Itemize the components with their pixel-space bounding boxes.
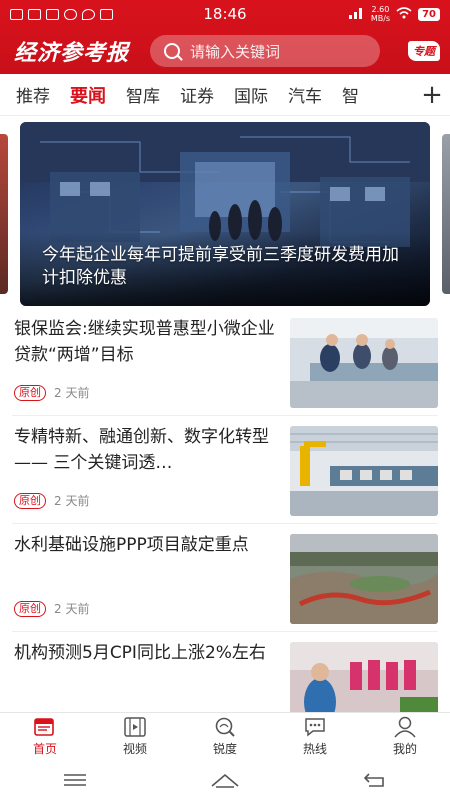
- mail-icon: [46, 8, 59, 20]
- bottom-tab-bar: 首页 视频 锐度 热线 我的: [0, 712, 450, 760]
- cloud-icon: [64, 8, 77, 20]
- original-tag: 原创: [14, 384, 46, 401]
- tab-ruidu[interactable]: 锐度: [180, 713, 270, 760]
- notification-icon: [10, 8, 23, 20]
- app-notification-icon: [100, 8, 113, 20]
- tab-5[interactable]: 汽车: [278, 82, 332, 108]
- tab-home[interactable]: 首页: [0, 713, 90, 760]
- tab-4[interactable]: 国际: [224, 82, 278, 108]
- tabs-scroll: 推荐 要闻 智库 证券 国际 汽车智: [0, 82, 414, 108]
- news-item[interactable]: 水利基础设施PPP项目敲定重点 原创 2 天前: [12, 524, 438, 632]
- news-item[interactable]: 银保监会:继续实现普惠型小微企业贷款“两增”目标 原创 2 天前: [12, 308, 438, 416]
- headline-carousel[interactable]: 今年起企业每年可提前享受前三季度研发费用加计扣除优惠: [0, 122, 450, 308]
- news-time: 2 天前: [54, 386, 90, 400]
- news-meta: 原创 2 天前: [14, 492, 89, 509]
- tab-1[interactable]: 要闻: [60, 82, 116, 108]
- tab-6[interactable]: 智: [332, 82, 369, 108]
- news-thumbnail: [290, 534, 438, 624]
- category-tabs: 推荐 要闻 智库 证券 国际 汽车智 +: [0, 74, 450, 116]
- location-icon: [82, 8, 95, 20]
- news-meta: 原创 2 天前: [14, 600, 89, 617]
- signal-icon: [348, 7, 365, 22]
- news-title: 机构预测5月CPI同比上涨2%左右: [14, 643, 266, 663]
- news-list: 银保监会:继续实现普惠型小微企业贷款“两增”目标 原创 2 天前 专精特新、融通…: [0, 308, 450, 740]
- news-time: 2 天前: [54, 494, 90, 508]
- search-box[interactable]: 请输入关键词: [150, 35, 380, 67]
- original-tag: 原创: [14, 492, 46, 509]
- news-time: 2 天前: [54, 602, 90, 616]
- system-indicators: 2.60 MB/s 70: [270, 5, 440, 23]
- menu-nav-icon[interactable]: [60, 770, 90, 790]
- special-topics-button[interactable]: 专题: [408, 41, 440, 61]
- tab-0[interactable]: 推荐: [6, 82, 60, 108]
- back-nav-icon[interactable]: [360, 770, 390, 790]
- tab-hotline[interactable]: 热线: [270, 713, 360, 760]
- carousel-next-peek: [442, 134, 450, 294]
- top-header: 18:46 2.60 MB/s 70 经济参考报 请输入关键词 专题: [0, 0, 450, 74]
- news-title: 银保监会:继续实现普惠型小微企业贷款“两增”目标: [14, 319, 275, 365]
- search-placeholder: 请输入关键词: [190, 42, 281, 61]
- tab-3[interactable]: 证券: [170, 82, 224, 108]
- banner-caption: 今年起企业每年可提前享受前三季度研发费用加计扣除优惠: [42, 245, 399, 288]
- add-channel-icon[interactable]: +: [414, 82, 450, 108]
- network-speed-unit: MB/s: [370, 14, 391, 23]
- user-icon: [394, 716, 416, 738]
- video-icon: [124, 717, 146, 737]
- news-thumbnail: [290, 318, 438, 408]
- tab-mine-label: 我的: [392, 742, 417, 756]
- tab-ruidu-label: 锐度: [212, 742, 237, 756]
- tab-mine[interactable]: 我的: [360, 713, 450, 760]
- news-title: 专精特新、融通创新、数字化转型—— 三个关键词透…: [14, 427, 269, 473]
- news-home-icon: [34, 718, 54, 736]
- wifi-icon: [396, 6, 412, 22]
- app-logo[interactable]: 经济参考报: [14, 35, 144, 67]
- battery-indicator: 70: [418, 7, 440, 21]
- news-item[interactable]: 专精特新、融通创新、数字化转型—— 三个关键词透… 原创 2 天前: [12, 416, 438, 524]
- notification-icon: [28, 8, 41, 20]
- news-meta: 原创 2 天前: [14, 384, 89, 401]
- system-nav-bar: [0, 760, 450, 800]
- clock: 18:46: [203, 5, 247, 23]
- search-icon: [164, 43, 180, 59]
- tab-video[interactable]: 视频: [90, 713, 180, 760]
- news-thumbnail: [290, 426, 438, 516]
- network-speed-value: 2.60: [371, 5, 390, 14]
- notification-icons: [10, 8, 180, 20]
- banner-slide[interactable]: 今年起企业每年可提前享受前三季度研发费用加计扣除优惠: [20, 122, 430, 306]
- tab-home-label: 首页: [32, 742, 57, 756]
- tab-video-label: 视频: [122, 742, 147, 756]
- carousel-prev-peek: [0, 134, 8, 294]
- home-nav-icon[interactable]: [210, 770, 240, 790]
- tab-2[interactable]: 智库: [116, 82, 170, 108]
- search-magnifier-icon: [215, 717, 235, 737]
- news-title: 水利基础设施PPP项目敲定重点: [14, 535, 249, 555]
- app-header: 经济参考报 请输入关键词 专题: [0, 28, 450, 74]
- chat-hotline-icon: [305, 718, 325, 737]
- tab-hotline-label: 热线: [302, 742, 327, 756]
- status-bar: 18:46 2.60 MB/s 70: [0, 0, 450, 28]
- network-speed: 2.60 MB/s: [371, 5, 390, 23]
- original-tag: 原创: [14, 600, 46, 617]
